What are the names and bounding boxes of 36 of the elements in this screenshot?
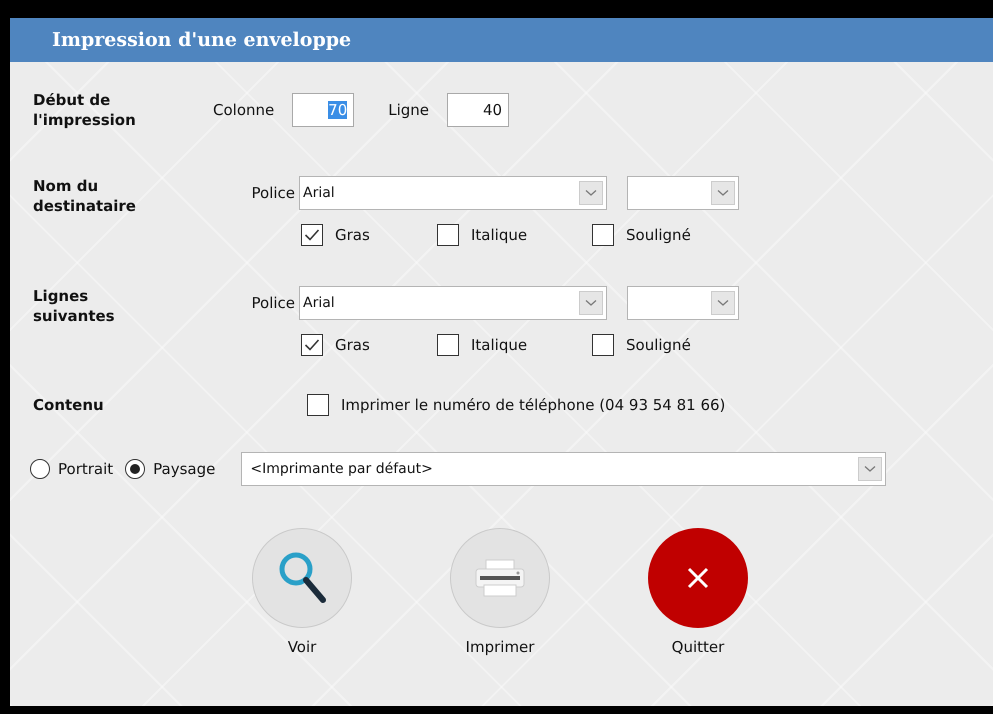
printer-icon	[474, 558, 526, 598]
search-icon	[277, 550, 327, 606]
window-title: Impression d'une enveloppe	[10, 18, 993, 62]
checkbox[interactable]	[307, 394, 329, 416]
section-label: Début de l'impression	[33, 90, 137, 130]
checkbox-label: Imprimer le numéro de téléphone (04 93 54 81 66)	[341, 396, 726, 414]
close-icon	[686, 566, 710, 590]
radio-label: Paysage	[153, 460, 216, 478]
section-label: Nom du destinataire	[33, 176, 137, 216]
field-label: Police	[250, 294, 295, 312]
radio-label: Portrait	[58, 460, 114, 478]
field-label: Ligne	[388, 101, 430, 119]
checkmark-icon	[304, 338, 320, 352]
section-label: Lignes suivantes	[33, 286, 116, 326]
field-label: Police	[250, 184, 295, 202]
checkbox-label: Italique	[471, 336, 528, 354]
checkbox-label: Souligné	[626, 226, 691, 244]
field-label: Colonne	[213, 101, 274, 119]
radio-button[interactable]	[30, 459, 50, 479]
checkbox[interactable]	[437, 334, 459, 356]
checkbox[interactable]	[592, 224, 614, 246]
number-field[interactable]: 40	[447, 93, 510, 127]
checkbox[interactable]	[592, 334, 614, 356]
checkbox-label: Gras	[335, 336, 370, 354]
checkbox-label: Gras	[335, 226, 370, 244]
checkbox-label: Italique	[471, 226, 528, 244]
checkmark-icon	[304, 228, 320, 242]
radio-button[interactable]	[125, 459, 146, 479]
checkbox-label: Souligné	[626, 336, 691, 354]
checkbox[interactable]	[437, 224, 459, 246]
checkbox[interactable]	[301, 334, 323, 356]
font-dropdown[interactable]: Arial	[299, 176, 607, 210]
printer-dropdown[interactable]: <Imprimante par défaut>	[241, 452, 886, 486]
section-label: Contenu	[33, 395, 105, 415]
checkbox[interactable]	[301, 224, 323, 246]
font-dropdown[interactable]: Arial	[299, 286, 607, 320]
